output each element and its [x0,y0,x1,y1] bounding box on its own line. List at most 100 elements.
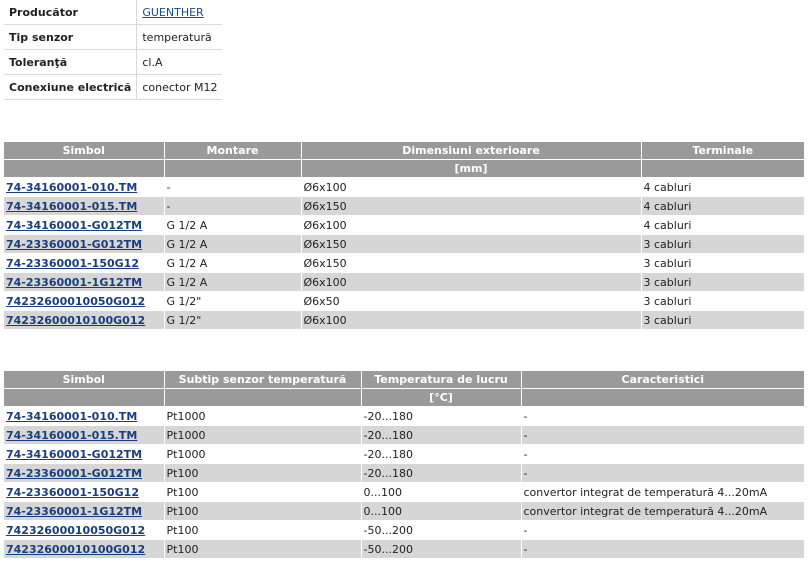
sensor-table: Simbol Subtip senzor temperatură Tempera… [4,371,804,559]
table-row: 74-23360001-150G12 Pt100 0...100 convertor … [4,482,804,502]
table-cell: - [520,520,804,540]
symbol-cell: 74-34160001-015.TM [4,196,164,216]
col-header-dimensiuni: Dimensiuni exterioare [300,142,641,160]
property-label: Toleranţă [4,49,137,75]
table-cell: Pt100 [163,501,361,521]
unit-cell [4,159,164,178]
table-cell: - [163,177,301,197]
product-link[interactable]: 74232600010100G012 [6,314,145,327]
col-header-simbol: Simbol [4,371,164,389]
table-row: 74232600010100G012 Pt100 -50...200- [4,539,804,559]
table-cell: 4 cabluri [640,196,804,216]
table-cell: - [520,406,804,426]
table-cell: G 1/2 A [163,215,301,235]
col-header-temperatura: Temperatura de lucru [360,371,521,389]
table-cell: Pt1000 [163,425,361,445]
table-cell: Ø6x100 [300,272,641,292]
symbol-cell: 74-34160001-010.TM [4,406,164,426]
col-header-caracteristici: Caracteristici [520,371,804,389]
symbol-cell: 74232600010100G012 [4,310,164,330]
table-cell: Ø6x150 [300,234,641,254]
manufacturer-link[interactable]: GUENTHER [142,6,203,19]
table-cell: Pt100 [163,463,361,483]
table-cell: -20...180 [360,406,521,426]
product-link[interactable]: 74-34160001-G012TM [6,448,142,461]
symbol-cell: 74-23360001-G012TM [4,463,164,483]
product-link[interactable]: 74-23360001-150G12 [6,257,139,270]
table-cell: G 1/2 A [163,234,301,254]
table-cell: 0...100 [360,501,521,521]
product-link[interactable]: 74-23360001-1G12TM [6,505,142,518]
property-value-cell: cl.A [136,49,223,75]
product-link[interactable]: 74-34160001-010.TM [6,181,137,194]
product-link[interactable]: 74-23360001-1G12TM [6,276,142,289]
product-link[interactable]: 74-34160001-010.TM [6,410,137,423]
product-properties: Producător GUENTHER Tip senzor temperatură T… [4,0,223,100]
unit-cell-mm: [mm] [300,159,641,178]
property-row: Producător GUENTHER [4,0,223,25]
header-row: Simbol Subtip senzor temperatură Tempera… [4,371,804,389]
table-cell: - [520,425,804,445]
table-row: 74232600010050G012 G 1/2" Ø6x50 3 cabluri [4,291,804,311]
table-cell: Ø6x100 [300,177,641,197]
table-cell: G 1/2 A [163,253,301,273]
units-row: [mm] [4,159,804,178]
table-cell: 4 cabluri [640,215,804,235]
table-row: 74-34160001-015.TM - Ø6x150 4 cabluri [4,196,804,216]
product-link[interactable]: 74232600010050G012 [6,295,145,308]
symbol-cell: 74-34160001-010.TM [4,177,164,197]
table-row: 74232600010050G012 Pt100 -50...200- [4,520,804,540]
symbol-cell: 74-34160001-G012TM [4,444,164,464]
unit-cell-celsius: [°C] [360,388,521,407]
property-label: Tip senzor [4,24,137,50]
property-value-cell: temperatură [136,24,223,50]
symbol-cell: 74-23360001-150G12 [4,482,164,502]
property-row: Tip senzor temperatură [4,24,223,50]
unit-cell [640,159,804,178]
product-link[interactable]: 74-23360001-G012TM [6,238,142,251]
col-header-montare: Montare [163,142,301,160]
property-value-cell: conector M12 [136,74,223,100]
table-cell: - [163,196,301,216]
symbol-cell: 74232600010100G012 [4,539,164,559]
col-header-simbol: Simbol [4,142,164,160]
table-cell: G 1/2 A [163,272,301,292]
product-link[interactable]: 74-34160001-G012TM [6,219,142,232]
table-cell: 4 cabluri [640,177,804,197]
unit-cell [163,159,301,178]
product-link[interactable]: 74-23360001-G012TM [6,467,142,480]
table-row: 74232600010100G012 G 1/2" Ø6x100 3 cabluri [4,310,804,330]
symbol-cell: 74-23360001-G012TM [4,234,164,254]
symbol-cell: 74-23360001-150G12 [4,253,164,273]
table-cell: G 1/2" [163,291,301,311]
product-link[interactable]: 74232600010100G012 [6,543,145,556]
table-cell: G 1/2" [163,310,301,330]
unit-cell [520,388,804,407]
table-row: 74-34160001-010.TM - Ø6x100 4 cabluri [4,177,804,197]
table-cell: 3 cabluri [640,291,804,311]
table-cell: Ø6x50 [300,291,641,311]
symbol-cell: 74-23360001-1G12TM [4,272,164,292]
units-row: [°C] [4,388,804,407]
product-link[interactable]: 74-23360001-150G12 [6,486,139,499]
table-cell: 0...100 [360,482,521,502]
property-row: Conexiune electrică conector M12 [4,74,223,100]
table-cell: Pt1000 [163,444,361,464]
table-cell: -20...180 [360,425,521,445]
table-cell: 3 cabluri [640,272,804,292]
table-cell: Ø6x150 [300,253,641,273]
table-cell: - [520,539,804,559]
unit-cell [163,388,361,407]
table-cell: -50...200 [360,520,521,540]
symbol-cell: 74-23360001-1G12TM [4,501,164,521]
table-cell: -50...200 [360,539,521,559]
property-row: Toleranţă cl.A [4,49,223,75]
property-label: Conexiune electrică [4,74,137,100]
product-link[interactable]: 74-34160001-015.TM [6,200,137,213]
product-link[interactable]: 74232600010050G012 [6,524,145,537]
symbol-cell: 74232600010050G012 [4,520,164,540]
product-link[interactable]: 74-34160001-015.TM [6,429,137,442]
table-cell: convertor integrat de temperatură 4...20… [520,482,804,502]
table-cell: Pt100 [163,520,361,540]
table-row: 74-34160001-G012TM G 1/2 A Ø6x100 4 cabluri [4,215,804,235]
